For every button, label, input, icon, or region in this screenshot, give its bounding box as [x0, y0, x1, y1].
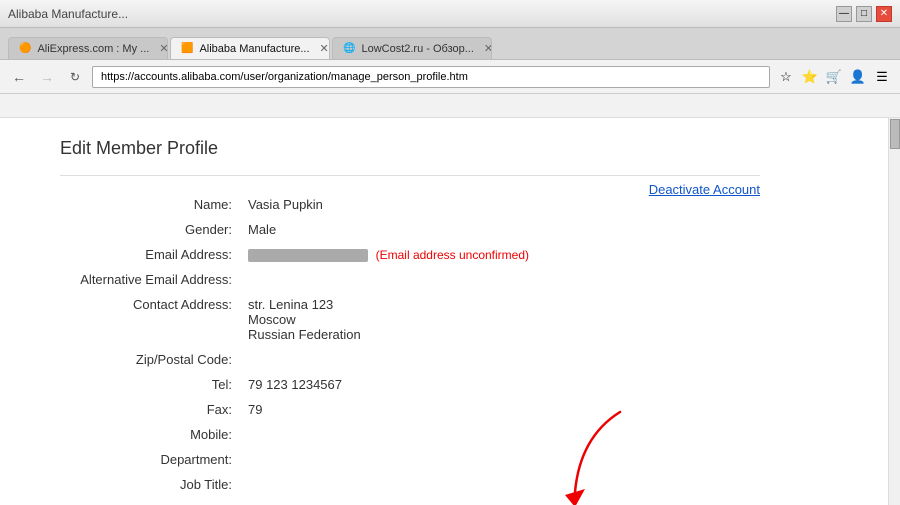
tab-label-2: Alibaba Manufacture... [199, 43, 309, 55]
table-row: Contact Address: str. Lenina 123MoscowRu… [60, 292, 760, 347]
user-icon[interactable]: 👤 [848, 67, 868, 87]
field-label-department: Department: [60, 447, 240, 472]
tab-favicon-1: 🟠 [19, 43, 31, 54]
field-value-address: str. Lenina 123MoscowRussian Federation [240, 292, 760, 347]
tab-label-1: AliExpress.com : My ... [37, 43, 149, 55]
table-row: Tel: 79 123 1234567 [60, 372, 760, 397]
page-wrapper: Edit Member Profile Deactivate Account N… [0, 118, 900, 505]
bookmarks-icon[interactable]: ☆ [776, 67, 796, 87]
tab-lowcost[interactable]: 🌐 LowCost2.ru - Обзор... ✕ [332, 37, 492, 59]
field-label-address: Contact Address: [60, 292, 240, 347]
table-row: Department: [60, 447, 760, 472]
tab-alibaba[interactable]: 🟧 Alibaba Manufacture... ✕ [170, 37, 330, 59]
main-content: Edit Member Profile Deactivate Account N… [0, 118, 820, 505]
field-value-department [240, 447, 760, 472]
field-value-alt-email [240, 267, 760, 292]
page-tab-title: Alibaba Manufacture... [8, 7, 128, 21]
table-row: Job Title: [60, 472, 760, 497]
table-row: Zip/Postal Code: [60, 347, 760, 372]
address-input[interactable] [92, 66, 770, 88]
table-row: Mobile: [60, 422, 760, 447]
cart-icon[interactable]: 🛒 [824, 67, 844, 87]
window-controls: — □ ✕ [836, 6, 892, 22]
deactivate-account-link[interactable]: Deactivate Account [649, 182, 760, 197]
menu-icon[interactable]: ☰ [872, 67, 892, 87]
field-label-alt-email: Alternative Email Address: [60, 267, 240, 292]
maximize-button[interactable]: □ [856, 6, 872, 22]
tab-close-1[interactable]: ✕ [159, 42, 168, 55]
minimize-button[interactable]: — [836, 6, 852, 22]
field-value-gender: Male [240, 217, 760, 242]
title-bar: Alibaba Manufacture... — □ ✕ [0, 0, 900, 28]
field-label-fax: Fax: [60, 397, 240, 422]
refresh-button[interactable]: ↻ [64, 66, 86, 88]
tab-favicon-3: 🌐 [343, 43, 355, 54]
field-value-mobile [240, 422, 760, 447]
field-label-name: Name: [60, 192, 240, 217]
field-value-tel: 79 123 1234567 [240, 372, 760, 397]
field-label-zip: Zip/Postal Code: [60, 347, 240, 372]
profile-section: Deactivate Account Name: Vasia Pupkin Ge… [60, 192, 760, 497]
tab-label-3: LowCost2.ru - Обзор... [361, 43, 473, 55]
table-row: Gender: Male [60, 217, 760, 242]
page-title: Edit Member Profile [60, 138, 760, 159]
bookmarks-bar [0, 94, 900, 118]
scrollbar-track[interactable] [888, 118, 900, 505]
field-label-email: Email Address: [60, 242, 240, 267]
email-unconfirmed-label: (Email address unconfirmed) [376, 248, 529, 262]
table-row: Fax: 79 [60, 397, 760, 422]
tab-aliexpress[interactable]: 🟠 AliExpress.com : My ... ✕ [8, 37, 168, 59]
profile-table: Name: Vasia Pupkin Gender: Male Email Ad… [60, 192, 760, 497]
close-button[interactable]: ✕ [876, 6, 892, 22]
table-row: Email Address: (Email address unconfirme… [60, 242, 760, 267]
deactivate-container: Deactivate Account [649, 182, 760, 197]
scrollbar-thumb[interactable] [890, 119, 900, 149]
field-value-jobtitle [240, 472, 760, 497]
tab-close-2[interactable]: ✕ [320, 42, 329, 55]
tab-close-3[interactable]: ✕ [484, 42, 492, 55]
field-label-gender: Gender: [60, 217, 240, 242]
forward-button[interactable]: → [36, 66, 58, 88]
toolbar-icons: ☆ ⭐ 🛒 👤 ☰ [776, 67, 892, 87]
email-blurred [248, 249, 368, 262]
field-value-fax: 79 [240, 397, 760, 422]
field-label-jobtitle: Job Title: [60, 472, 240, 497]
divider [60, 175, 760, 176]
field-value-zip [240, 347, 760, 372]
tab-favicon-2: 🟧 [181, 43, 193, 54]
tab-bar: 🟠 AliExpress.com : My ... ✕ 🟧 Alibaba Ma… [0, 28, 900, 60]
table-row: Alternative Email Address: [60, 267, 760, 292]
field-value-email: (Email address unconfirmed) [240, 242, 760, 267]
back-button[interactable]: ← [8, 66, 30, 88]
address-bar: ← → ↻ ☆ ⭐ 🛒 👤 ☰ [0, 60, 900, 94]
field-label-tel: Tel: [60, 372, 240, 397]
title-bar-left: Alibaba Manufacture... [8, 7, 128, 21]
star-icon[interactable]: ⭐ [800, 67, 820, 87]
page-content: Edit Member Profile Deactivate Account N… [0, 118, 900, 505]
field-label-mobile: Mobile: [60, 422, 240, 447]
